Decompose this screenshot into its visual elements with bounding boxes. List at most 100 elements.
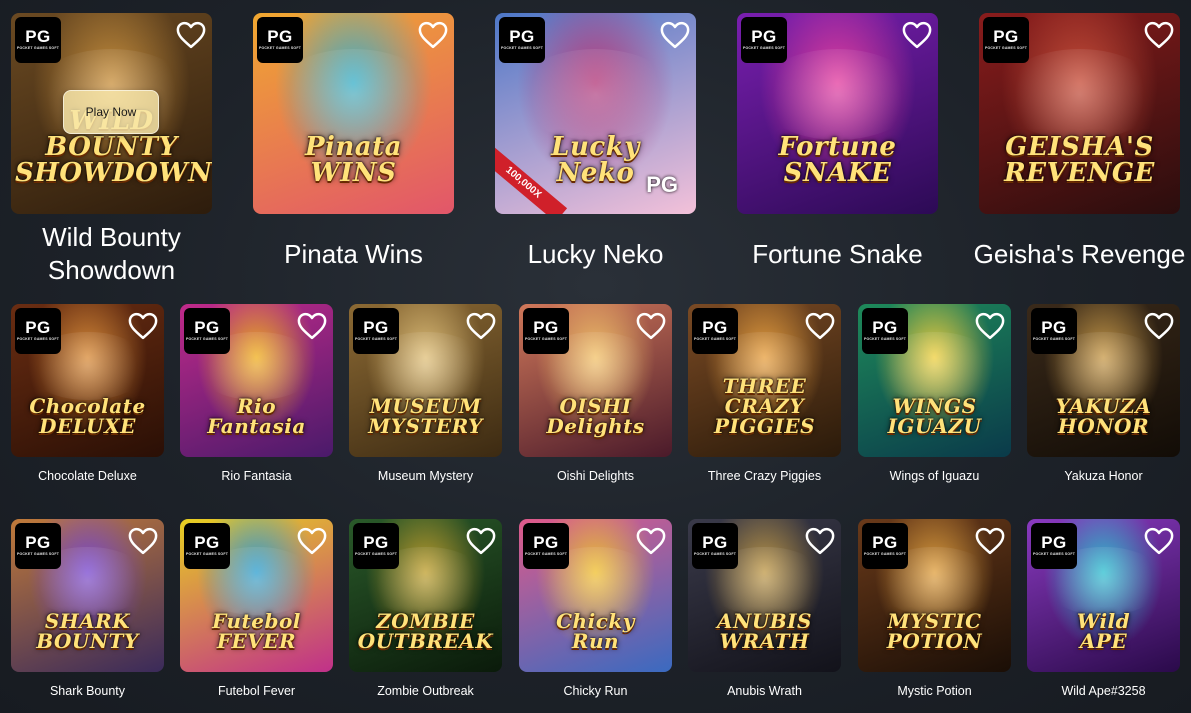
game-title[interactable]: Wild Bounty Showdown [1, 219, 222, 289]
provider-logo: PG [363, 533, 389, 552]
game-title[interactable]: Yakuza Honor [1021, 469, 1186, 483]
game-title[interactable]: Zombie Outbreak [343, 684, 508, 698]
game-title[interactable]: Chicky Run [513, 684, 678, 698]
game-thumbnail[interactable]: ANUBIS WRATH PG POCKET GAMES SOFT [688, 519, 841, 672]
favorite-heart-icon[interactable] [418, 21, 448, 49]
favorite-heart-icon[interactable] [660, 21, 690, 49]
favorite-heart-icon[interactable] [636, 312, 666, 340]
game-logo-art: Wild APE [1076, 608, 1131, 653]
favorite-heart-icon[interactable] [297, 312, 327, 340]
game-title[interactable]: Wild Ape#3258 [1021, 684, 1186, 698]
favorite-heart-icon[interactable] [805, 312, 835, 340]
game-thumbnail[interactable]: OISHI Delights PG POCKET GAMES SOFT [519, 304, 672, 457]
provider-subtitle: POCKET GAMES SOFT [984, 46, 1028, 50]
game-thumbnail[interactable]: MYSTIC POTION PG POCKET GAMES SOFT [858, 519, 1011, 672]
provider-logo: PG [751, 27, 777, 46]
provider-subtitle: POCKET GAMES SOFT [185, 552, 229, 556]
game-logo-art: GEISHA'S REVENGE [1004, 131, 1155, 188]
game-title[interactable]: Rio Fantasia [174, 469, 339, 483]
game-title[interactable]: Futebol Fever [174, 684, 339, 698]
provider-subtitle: POCKET GAMES SOFT [693, 552, 737, 556]
game-thumbnail[interactable]: WINGS IGUAZU PG POCKET GAMES SOFT [858, 304, 1011, 457]
game-title[interactable]: Mystic Potion [852, 684, 1017, 698]
favorite-heart-icon[interactable] [1144, 312, 1174, 340]
game-logo-art: Chicky Run [556, 608, 635, 653]
provider-subtitle: POCKET GAMES SOFT [500, 46, 544, 50]
game-thumbnail[interactable]: Chocolate DELUXE PG POCKET GAMES SOFT [11, 304, 164, 457]
provider-badge: PG POCKET GAMES SOFT [1031, 523, 1077, 569]
provider-badge: PG POCKET GAMES SOFT [741, 17, 787, 63]
provider-logo: PG [702, 318, 728, 337]
favorite-heart-icon[interactable] [1144, 527, 1174, 555]
game-thumbnail[interactable]: THREE CRAZY PIGGIES PG POCKET GAMES SOFT [688, 304, 841, 457]
game-title[interactable]: Chocolate Deluxe [5, 469, 170, 483]
game-thumbnail[interactable]: YAKUZA HONOR PG POCKET GAMES SOFT [1027, 304, 1180, 457]
favorite-heart-icon[interactable] [466, 312, 496, 340]
game-thumbnail[interactable]: Futebol FEVER PG POCKET GAMES SOFT [180, 519, 333, 672]
provider-logo: PG [702, 533, 728, 552]
favorite-heart-icon[interactable] [975, 312, 1005, 340]
game-thumbnail[interactable]: MUSEUM MYSTERY PG POCKET GAMES SOFT [349, 304, 502, 457]
game-logo-art: Chocolate DELUXE [29, 393, 146, 438]
provider-subtitle: POCKET GAMES SOFT [742, 46, 786, 50]
game-thumbnail[interactable]: ZOMBIE OUTBREAK PG POCKET GAMES SOFT [349, 519, 502, 672]
game-logo-art: MUSEUM MYSTERY [368, 393, 483, 438]
provider-logo: PG [533, 533, 559, 552]
game-logo-art: Pinata WINS [304, 131, 403, 188]
game-title[interactable]: Museum Mystery [343, 469, 508, 483]
game-thumbnail[interactable]: Fortune SNAKE PG POCKET GAMES SOFT [737, 13, 938, 214]
provider-logo: PG [993, 27, 1019, 46]
provider-subtitle: POCKET GAMES SOFT [354, 337, 398, 341]
provider-logo: PG [1041, 533, 1067, 552]
game-logo-art: Fortune SNAKE [778, 131, 897, 188]
provider-subtitle: POCKET GAMES SOFT [354, 552, 398, 556]
favorite-heart-icon[interactable] [128, 312, 158, 340]
game-thumbnail[interactable]: GEISHA'S REVENGE PG POCKET GAMES SOFT [979, 13, 1180, 214]
favorite-heart-icon[interactable] [805, 527, 835, 555]
game-title[interactable]: Wings of Iguazu [852, 469, 1017, 483]
game-logo-art: Futebol FEVER [212, 608, 301, 653]
provider-logo: PG [363, 318, 389, 337]
play-now-button[interactable]: Play Now [63, 90, 159, 134]
provider-subtitle: POCKET GAMES SOFT [693, 337, 737, 341]
game-thumbnail[interactable]: Lucky Neko 100,000X PG PG POCKET GAMES SOFT [495, 13, 696, 214]
game-title[interactable]: Pinata Wins [243, 219, 464, 289]
provider-logo: PG [533, 318, 559, 337]
game-thumbnail[interactable]: Chicky Run PG POCKET GAMES SOFT [519, 519, 672, 672]
provider-badge: PG POCKET GAMES SOFT [862, 523, 908, 569]
provider-logo: PG [267, 27, 293, 46]
provider-subtitle: POCKET GAMES SOFT [524, 552, 568, 556]
favorite-heart-icon[interactable] [902, 21, 932, 49]
game-thumbnail[interactable]: Pinata WINS PG POCKET GAMES SOFT [253, 13, 454, 214]
provider-subtitle: POCKET GAMES SOFT [16, 337, 60, 341]
game-thumbnail[interactable]: Wild APE PG POCKET GAMES SOFT [1027, 519, 1180, 672]
provider-badge: PG POCKET GAMES SOFT [862, 308, 908, 354]
game-logo-art: ANUBIS WRATH [717, 608, 812, 653]
favorite-heart-icon[interactable] [176, 21, 206, 49]
game-title[interactable]: Three Crazy Piggies [682, 469, 847, 483]
provider-badge: PG POCKET GAMES SOFT [353, 308, 399, 354]
game-title[interactable]: Geisha's Revenge [969, 219, 1190, 289]
provider-badge: PG POCKET GAMES SOFT [15, 308, 61, 354]
favorite-heart-icon[interactable] [1144, 21, 1174, 49]
favorite-heart-icon[interactable] [297, 527, 327, 555]
favorite-heart-icon[interactable] [975, 527, 1005, 555]
game-logo-art: ZOMBIE OUTBREAK [357, 608, 494, 653]
favorite-heart-icon[interactable] [636, 527, 666, 555]
game-logo-art: OISHI Delights [546, 393, 645, 438]
game-title[interactable]: Fortune Snake [727, 219, 948, 289]
provider-badge: PG POCKET GAMES SOFT [692, 308, 738, 354]
favorite-heart-icon[interactable] [128, 527, 158, 555]
provider-subtitle: POCKET GAMES SOFT [863, 552, 907, 556]
game-thumbnail[interactable]: SHARK BOUNTY PG POCKET GAMES SOFT [11, 519, 164, 672]
game-title[interactable]: Shark Bounty [5, 684, 170, 698]
favorite-heart-icon[interactable] [466, 527, 496, 555]
game-title[interactable]: Lucky Neko [485, 219, 706, 289]
provider-subtitle: POCKET GAMES SOFT [1032, 337, 1076, 341]
provider-badge: PG POCKET GAMES SOFT [257, 17, 303, 63]
game-thumbnail[interactable]: WILD BOUNTY SHOWDOWNPGPOCKET GAMES SOFTP… [11, 13, 212, 214]
game-title[interactable]: Oishi Delights [513, 469, 678, 483]
game-logo-art: YAKUZA HONOR [1055, 393, 1152, 438]
game-title[interactable]: Anubis Wrath [682, 684, 847, 698]
game-thumbnail[interactable]: Rio Fantasia PG POCKET GAMES SOFT [180, 304, 333, 457]
